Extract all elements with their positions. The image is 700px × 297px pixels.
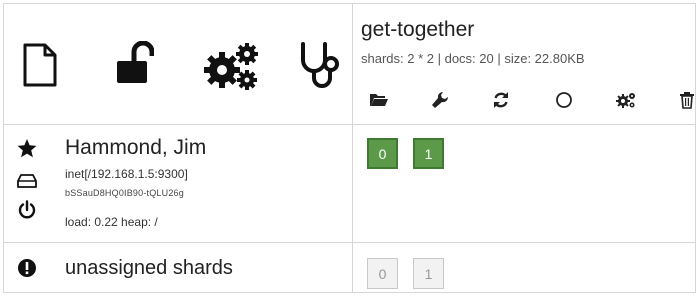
folder-open-icon[interactable] <box>367 88 391 112</box>
index-stats: shards: 2 * 2 | docs: 20 | size: 22.80KB <box>361 51 585 66</box>
file-icon[interactable] <box>20 42 60 88</box>
gears-small-icon[interactable] <box>614 88 638 112</box>
gears-icon[interactable] <box>200 40 262 92</box>
unassigned-shards-label: unassigned shards <box>65 257 233 279</box>
shard-0[interactable]: 0 <box>367 138 398 169</box>
refresh-icon[interactable] <box>489 88 513 112</box>
unlock-icon[interactable] <box>112 40 156 86</box>
column-divider <box>352 3 353 293</box>
row-divider-header <box>3 124 696 125</box>
node-name: Hammond, Jim <box>65 136 207 159</box>
node-load: load: 0.22 heap: / <box>65 215 158 229</box>
shard-1[interactable]: 1 <box>413 138 444 169</box>
unassigned-shard-1[interactable]: 1 <box>413 258 444 289</box>
node-id: bSSauD8HQ0IB90-tQLU26g <box>65 188 184 198</box>
row-divider-node <box>3 242 696 243</box>
node-address: inet[/192.168.1.5:9300] <box>65 167 188 181</box>
hdd-icon <box>15 170 39 192</box>
circle-icon[interactable] <box>552 88 576 112</box>
wrench-icon[interactable] <box>428 88 452 112</box>
index-name: get-together <box>361 18 475 41</box>
exclamation-circle-icon <box>15 257 39 279</box>
stethoscope-icon[interactable] <box>297 40 343 90</box>
star-icon[interactable] <box>15 137 39 159</box>
power-icon[interactable] <box>15 199 39 221</box>
trash-icon[interactable] <box>675 88 699 112</box>
unassigned-shard-0[interactable]: 0 <box>367 258 398 289</box>
